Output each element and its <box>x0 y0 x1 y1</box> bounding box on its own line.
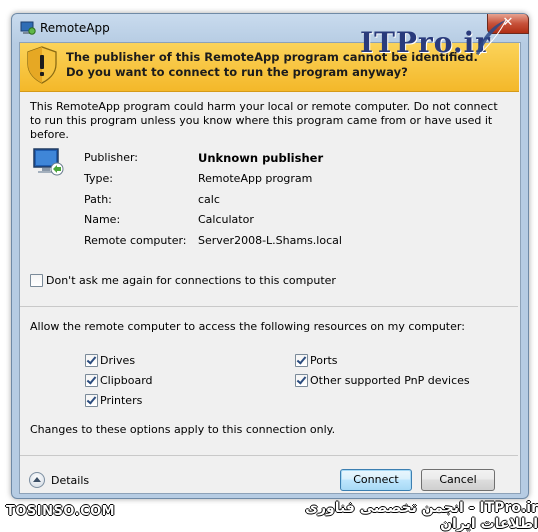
quill-icon <box>476 19 507 56</box>
printers-label[interactable]: Printers <box>100 394 142 407</box>
warning-description: This RemoteApp program could harm your l… <box>30 100 498 141</box>
clipboard-label[interactable]: Clipboard <box>100 374 153 387</box>
dont-ask-checkbox[interactable] <box>30 274 43 287</box>
remote-computer-label: Remote computer: <box>84 234 187 247</box>
watermark-bottom-left: TOSINSO.COM <box>6 504 116 519</box>
cancel-button[interactable]: Cancel <box>421 469 495 491</box>
ports-label[interactable]: Ports <box>310 354 338 367</box>
publisher-label: Publisher: <box>84 151 139 164</box>
remote-computer-value: Server2008-L.Shams.local <box>198 234 342 247</box>
ports-checkbox[interactable] <box>295 354 308 367</box>
changes-note: Changes to these options apply to this c… <box>30 423 336 436</box>
name-label: Name: <box>84 213 121 226</box>
resources-heading: Allow the remote computer to access the … <box>30 320 465 333</box>
details-link[interactable]: Details <box>51 474 89 487</box>
window-title: RemoteApp <box>40 21 110 35</box>
section-divider <box>20 306 518 307</box>
publisher-value: Unknown publisher <box>198 151 324 165</box>
remoteapp-icon <box>20 21 36 35</box>
connect-button[interactable]: Connect <box>340 469 412 491</box>
pnp-devices-label[interactable]: Other supported PnP devices <box>310 374 470 387</box>
type-value: RemoteApp program <box>198 172 313 185</box>
watermark-bottom-right: ITPro.ir - انجمن تخصصی فناوری اطلاعات ای… <box>305 500 538 532</box>
drives-label[interactable]: Drives <box>100 354 135 367</box>
printers-checkbox[interactable] <box>85 394 98 407</box>
path-value: calc <box>198 193 220 206</box>
type-label: Type: <box>84 172 113 185</box>
footer-divider <box>20 455 518 456</box>
clipboard-checkbox[interactable] <box>85 374 98 387</box>
drives-checkbox[interactable] <box>85 354 98 367</box>
pnp-devices-checkbox[interactable] <box>295 374 308 387</box>
path-label: Path: <box>84 193 112 206</box>
warning-shield-icon <box>27 46 57 84</box>
details-toggle-icon[interactable] <box>29 472 45 488</box>
dont-ask-label[interactable]: Don't ask me again for connections to th… <box>46 274 336 287</box>
remote-computer-icon <box>33 148 64 176</box>
name-value: Calculator <box>198 213 254 226</box>
